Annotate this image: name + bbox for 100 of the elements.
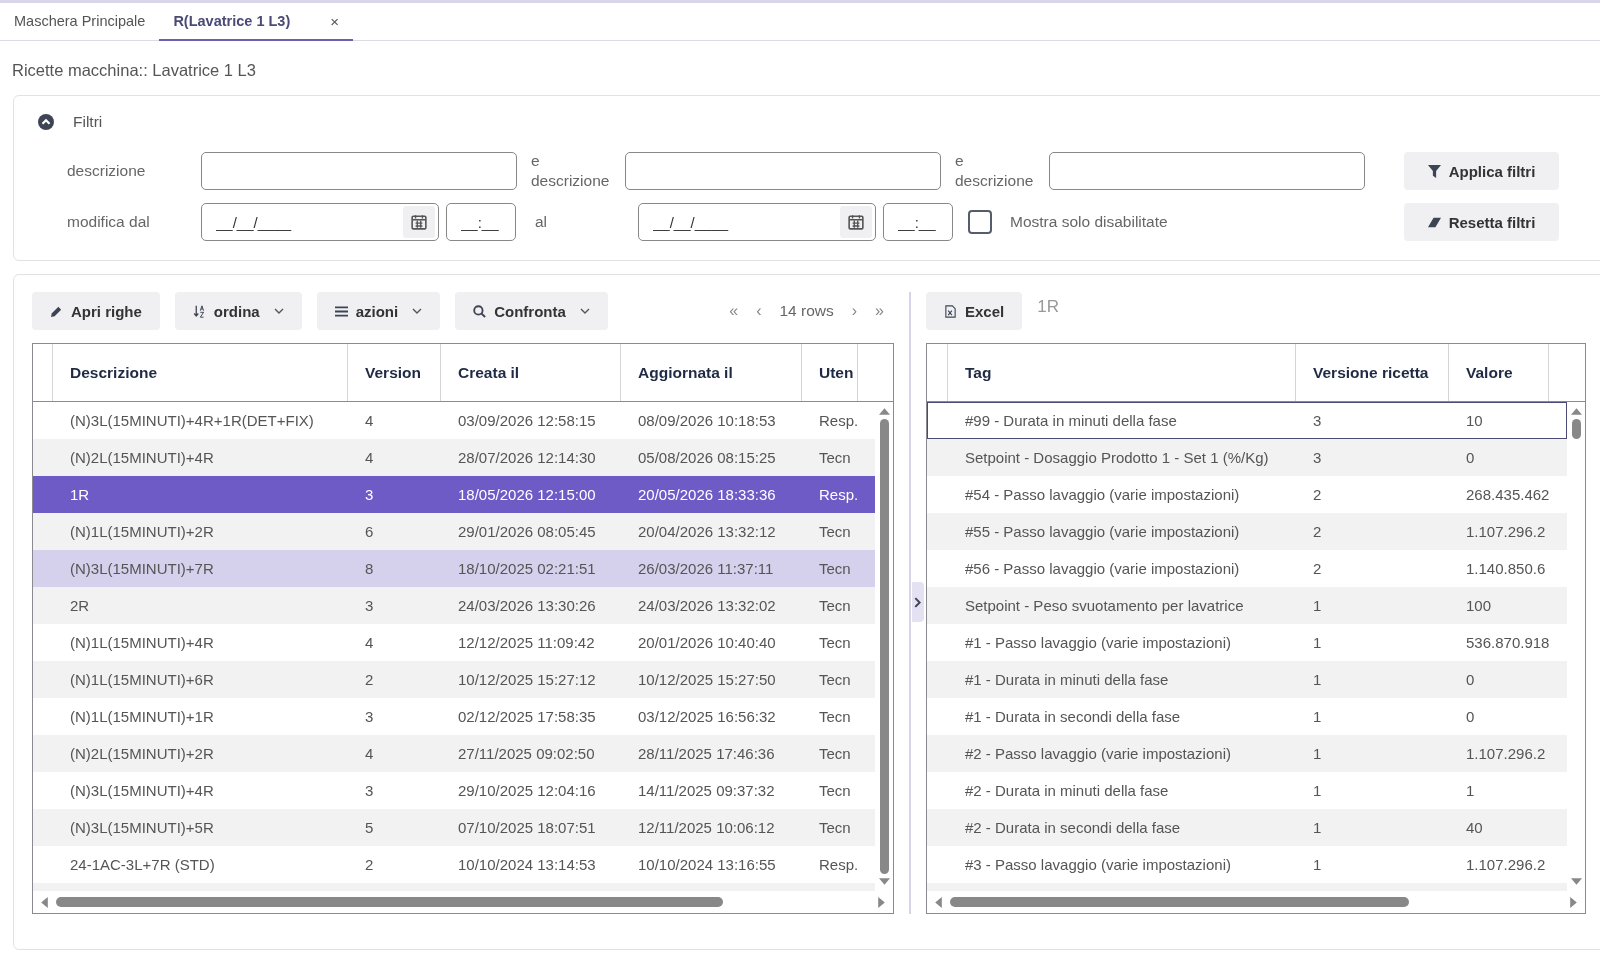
- table-cell-text: #2 - Passo lavaggio (varie impostazioni): [964, 745, 1232, 762]
- description-field[interactable]: [201, 152, 517, 190]
- search-icon: [473, 304, 487, 318]
- time-field[interactable]: __:__: [883, 203, 953, 241]
- table-cell-text: (N)3L(15MINUTI)+7R: [69, 560, 215, 577]
- table-cell-text: 10/12/2025 15:27:12: [457, 671, 597, 688]
- table-cell-text: 24/03/2026 13:30:26: [457, 597, 597, 614]
- table-row[interactable]: (N)2L(15MINUTI)+4R 4 28/07/2026 12:14:30 05/08/2026 08:15:25 Tecn: [33, 439, 875, 476]
- funnel-icon: [1427, 164, 1441, 178]
- table-cell-text: 12/11/2025 10:06:12: [637, 819, 776, 836]
- table-cell-text: 1.107.296.2: [1465, 745, 1547, 762]
- description-field[interactable]: [625, 152, 941, 190]
- next-page-button[interactable]: ›: [851, 302, 858, 320]
- table-cell-text: 10: [1465, 412, 1484, 429]
- table-cell-text: 3: [364, 486, 375, 503]
- column-header[interactable]: Descrizione: [53, 344, 348, 401]
- scroll-up-icon[interactable]: [878, 408, 890, 415]
- page-title: Ricette macchina:: Lavatrice 1 L3: [11, 60, 257, 81]
- table-cell-text: #55 - Passo lavaggio (varie impostazioni): [964, 523, 1241, 540]
- table-cell-text: (N)1L(15MINUTI)+2R: [69, 523, 215, 540]
- table-row[interactable]: #2 - Passo lavaggio (varie impostazioni) 1 1.107.296.2: [927, 735, 1567, 772]
- table-cell-text: 12/12/2025 11:09:42: [457, 634, 596, 651]
- table-row[interactable]: 1R 3 18/05/2026 12:15:00 20/05/2026 18:33:36 Resp.: [33, 476, 875, 513]
- field-label: modifica dal: [66, 213, 151, 231]
- table-row[interactable]: (N)2L(15MINUTI)+2R 4 27/11/2025 09:02:50 28/11/2025 17:46:36 Tecn: [33, 735, 875, 772]
- table-cell-text: 03/12/2025 16:56:32: [637, 708, 777, 725]
- description-field[interactable]: [1049, 152, 1365, 190]
- table-cell-text: 4: [364, 449, 375, 466]
- selection-label: 1R: [1037, 297, 1059, 317]
- table-row[interactable]: #2 - Durata in secondi della fase 1 40: [927, 809, 1567, 846]
- table-row[interactable]: (N)3L(15MINUTI)+7R 8 18/10/2025 02:21:51 26/03/2026 11:37:11 Tecn: [33, 550, 875, 587]
- expand-panel-button[interactable]: [911, 582, 924, 622]
- table-row[interactable]: #99 - Durata in minuti della fase 3 10: [927, 402, 1567, 439]
- checkbox-label: Mostra solo disabilitate: [1010, 213, 1168, 231]
- toolbar-button[interactable]: Apri righe: [32, 292, 160, 330]
- collapse-icon[interactable]: [38, 114, 54, 130]
- table-cell-text: 3: [364, 597, 375, 614]
- apply-filters-button[interactable]: Applica filtri: [1404, 152, 1559, 190]
- tab[interactable]: R(Lavatrice 1 L3) ×: [159, 3, 353, 41]
- table-row[interactable]: (N)3L(15MINUTI)+5R 5 07/10/2025 18:07:51 12/11/2025 10:06:12 Tecn: [33, 809, 875, 846]
- previous-page-button[interactable]: ‹: [756, 302, 762, 320]
- filter-title: Filtri: [73, 113, 103, 131]
- scrollbar-thumb[interactable]: [950, 897, 1409, 907]
- toolbar-button[interactable]: ordina: [174, 292, 302, 330]
- table-cell-text: (N)2L(15MINUTI)+4R: [69, 449, 215, 466]
- table-row[interactable]: (N)1L(15MINUTI)+2R 6 29/01/2026 08:05:45 20/04/2026 13:32:12 Tecn: [33, 513, 875, 550]
- table-cell-text: 1.107.296.2: [1465, 523, 1547, 540]
- excel-button[interactable]: Excel: [926, 292, 1023, 330]
- column-header[interactable]: Uten: [802, 344, 858, 401]
- toolbar-button[interactable]: Confronta: [455, 292, 608, 330]
- checkbox[interactable]: [968, 210, 992, 234]
- table-row[interactable]: 2R 3 24/03/2026 13:30:26 24/03/2026 13:32:02 Tecn: [33, 587, 875, 624]
- table-cell-text: Tecn: [818, 819, 852, 836]
- table-cell-text: 14/11/2025 09:37:32: [637, 782, 776, 799]
- scrollbar-thumb[interactable]: [879, 419, 889, 874]
- spreadsheet-file-icon: [944, 304, 957, 318]
- table-cell-text: 02/12/2025 17:58:35: [457, 708, 597, 725]
- toolbar-button[interactable]: azioni: [316, 292, 441, 330]
- first-page-button[interactable]: «: [729, 302, 739, 320]
- table-row[interactable]: Setpoint - Dosaggio Prodotto 1 - Set 1 (%/Kg) 3 0: [927, 439, 1567, 476]
- table-row[interactable]: #1 - Durata in minuti della fase 1 0: [927, 661, 1567, 698]
- scroll-left-icon[interactable]: [935, 896, 942, 908]
- table-cell-text: 27/11/2025 09:02:50: [457, 745, 596, 762]
- tab-close-button[interactable]: ×: [330, 12, 339, 30]
- column-header[interactable]: Valore: [1449, 344, 1549, 401]
- tab[interactable]: Maschera Principale: [0, 3, 160, 41]
- last-page-button[interactable]: »: [875, 302, 884, 320]
- table-cell-text: 1: [1465, 782, 1476, 799]
- time-field[interactable]: __:__: [446, 203, 516, 241]
- table-cell-text: #99 - Durata in minuti della fase: [964, 412, 1178, 429]
- table-cell-text: 4: [364, 745, 375, 762]
- table-row[interactable]: Setpoint - Peso svuotamento per lavatrice 1 100: [927, 587, 1567, 624]
- scroll-up-icon[interactable]: [1570, 408, 1582, 415]
- column-header[interactable]: Aggiornata il: [621, 344, 802, 401]
- column-header[interactable]: Tag: [948, 344, 1296, 401]
- scroll-right-icon[interactable]: [878, 896, 885, 908]
- table-cell-text: 100: [1465, 597, 1493, 614]
- table-cell-text: 10/12/2025 15:27:50: [637, 671, 777, 688]
- table-cell-text: Resp.: [818, 486, 858, 503]
- table-cell-text: Resp.: [818, 856, 858, 873]
- table-cell-text: Tecn: [818, 745, 852, 762]
- table-row[interactable]: (N)1L(15MINUTI)+6R 2 10/12/2025 15:27:12 10/12/2025 15:27:50 Tecn: [33, 661, 875, 698]
- scrollbar-thumb[interactable]: [1571, 419, 1581, 439]
- table-cell-text: 2: [1312, 560, 1323, 577]
- column-header[interactable]: Versione ricetta: [1296, 344, 1449, 401]
- scroll-left-icon[interactable]: [41, 896, 48, 908]
- column-header[interactable]: Creata il: [441, 344, 621, 401]
- table-cell-text: 4: [364, 634, 375, 651]
- reset-filters-button[interactable]: Resetta filtri: [1404, 203, 1559, 241]
- table-cell-text: 5: [364, 819, 375, 836]
- calendar-icon[interactable]: [840, 206, 872, 238]
- table-cell-text: 2: [1312, 486, 1323, 503]
- scroll-right-icon[interactable]: [1570, 896, 1577, 908]
- scroll-down-icon[interactable]: [1570, 878, 1582, 885]
- calendar-icon[interactable]: [403, 206, 435, 238]
- table-cell-text: 1: [1312, 745, 1323, 762]
- scroll-down-icon[interactable]: [878, 878, 890, 885]
- table-row[interactable]: #55 - Passo lavaggio (varie impostazioni) 2 1.107.296.2: [927, 513, 1567, 550]
- column-header[interactable]: Version: [348, 344, 441, 401]
- scrollbar-thumb[interactable]: [56, 897, 724, 907]
